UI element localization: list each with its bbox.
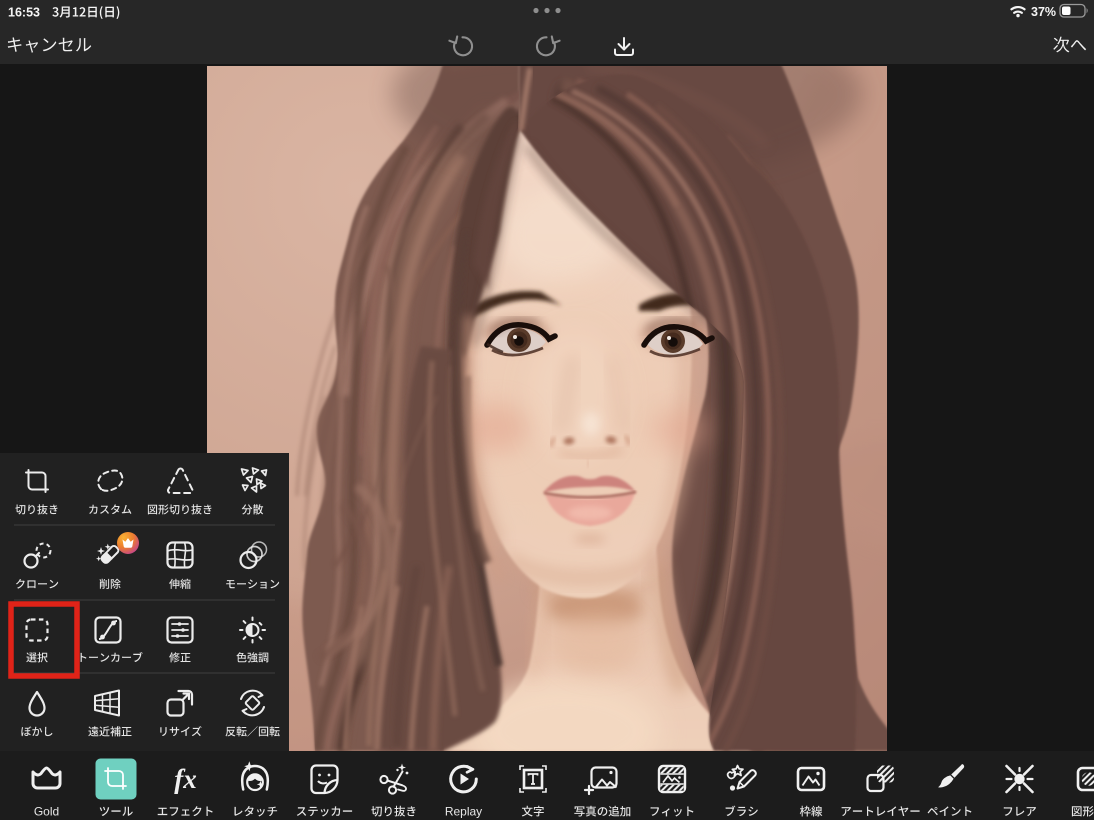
- svg-text:fx: fx: [174, 764, 197, 794]
- svg-text:Replay: Replay: [445, 805, 482, 819]
- svg-text:Gold: Gold: [34, 805, 59, 819]
- svg-text:37%: 37%: [1031, 5, 1056, 19]
- svg-text:16:53: 16:53: [8, 6, 40, 20]
